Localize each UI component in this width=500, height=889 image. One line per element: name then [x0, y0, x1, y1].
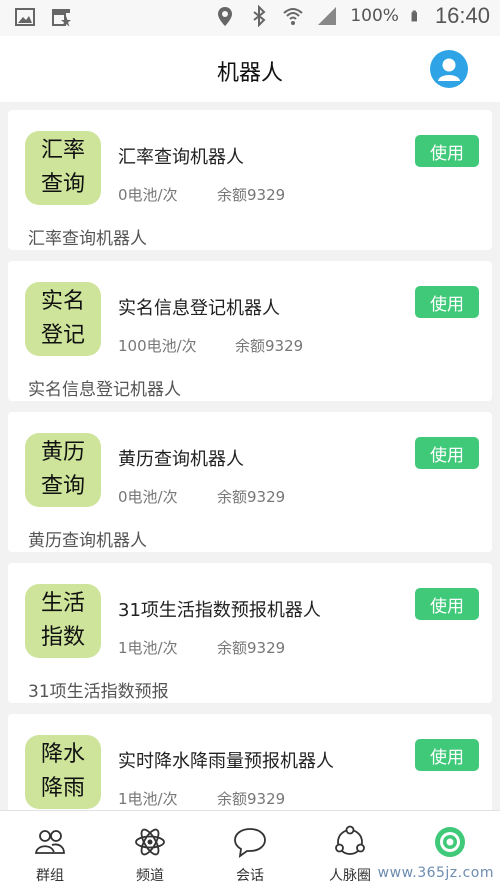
tab-label: 会话 — [236, 868, 264, 884]
battery-percent: 100% — [350, 6, 399, 26]
target-icon — [435, 827, 465, 857]
page-title: 机器人 — [216, 61, 283, 86]
tab-label: 群组 — [36, 868, 64, 884]
robot-balance: 余额9329 — [217, 639, 286, 657]
robot-card[interactable]: 实名 登记 实名信息登记机器人 100电池/次 余额9329 实名信息登记机器人… — [8, 261, 492, 401]
robot-balance: 余额9329 — [217, 790, 286, 808]
robot-card[interactable]: 降水 降雨 实时降水降雨量预报机器人 1电池/次 余额9329 使用 — [8, 714, 492, 810]
badge-line2: 登记 — [40, 323, 85, 348]
robot-cost: 0电池/次 — [118, 186, 178, 204]
robot-badge: 降水 降雨 — [25, 735, 101, 809]
signal-icon — [318, 7, 337, 25]
tab-label: 人脉圈 — [329, 868, 371, 884]
use-button[interactable]: 使用 — [415, 135, 479, 167]
battery-icon — [411, 10, 417, 22]
robot-badge: 汇率 查询 — [25, 131, 101, 205]
badge-line1: 黄历 — [40, 440, 85, 465]
tab-groups[interactable]: 群组 — [0, 811, 100, 889]
robot-cost: 100电池/次 — [118, 337, 197, 355]
location-pin-icon — [218, 7, 233, 26]
robot-name: 31项生活指数预报机器人 — [118, 600, 321, 621]
group-icon — [34, 830, 65, 854]
robot-list: 汇率 查询 汇率查询机器人 0电池/次 余额9329 汇率查询机器人 使用 实名… — [0, 102, 500, 810]
calendar-star-icon — [52, 9, 71, 27]
robot-badge: 黄历 查询 — [25, 433, 101, 507]
robot-description: 黄历查询机器人 — [28, 531, 147, 551]
robot-name: 黄历查询机器人 — [118, 449, 244, 470]
robot-balance: 余额9329 — [235, 337, 304, 355]
badge-line1: 汇率 — [40, 138, 85, 163]
app-header: 机器人 — [0, 36, 500, 102]
robot-cost: 0电池/次 — [118, 488, 178, 506]
status-bar: 100% 16:40 — [0, 0, 500, 36]
robot-name: 汇率查询机器人 — [118, 147, 244, 168]
badge-line2: 查询 — [40, 474, 85, 499]
user-icon — [438, 58, 460, 81]
robot-description: 汇率查询机器人 — [28, 229, 147, 249]
badge-line2: 指数 — [40, 625, 85, 650]
robot-badge: 生活 指数 — [25, 584, 101, 658]
robot-description: 31项生活指数预报 — [28, 682, 169, 702]
wifi-icon — [283, 8, 303, 25]
tab-label: 频道 — [136, 868, 164, 884]
network-icon — [335, 825, 365, 855]
atom-icon — [135, 828, 165, 856]
robot-name: 实时降水降雨量预报机器人 — [118, 751, 334, 772]
robot-card[interactable]: 生活 指数 31项生活指数预报机器人 1电池/次 余额9329 31项生活指数预… — [8, 563, 492, 703]
robot-balance: 余额9329 — [217, 186, 286, 204]
bottom-tab-bar: 群组 频道 会话 人脉圈 www.365jz.com — [0, 810, 500, 889]
tab-conversations[interactable]: 会话 — [200, 811, 300, 889]
badge-line1: 降水 — [40, 742, 85, 767]
robot-cost: 1电池/次 — [118, 639, 178, 657]
robot-card[interactable]: 黄历 查询 黄历查询机器人 0电池/次 余额9329 黄历查询机器人 使用 — [8, 412, 492, 552]
robot-card[interactable]: 汇率 查询 汇率查询机器人 0电池/次 余额9329 汇率查询机器人 使用 — [8, 110, 492, 250]
robot-cost: 1电池/次 — [118, 790, 178, 808]
use-button[interactable]: 使用 — [415, 437, 479, 469]
image-icon — [15, 8, 35, 26]
badge-line1: 实名 — [40, 289, 85, 314]
watermark: www.365jz.com — [377, 865, 494, 881]
use-button[interactable]: 使用 — [415, 588, 479, 620]
robot-description: 实名信息登记机器人 — [28, 380, 181, 400]
robot-name: 实名信息登记机器人 — [118, 298, 280, 319]
clock: 16:40 — [434, 3, 490, 28]
use-button[interactable]: 使用 — [415, 286, 479, 318]
badge-line1: 生活 — [40, 591, 85, 616]
profile-avatar-button[interactable] — [430, 50, 468, 88]
bluetooth-icon — [253, 5, 266, 27]
badge-line2: 查询 — [40, 172, 85, 197]
tab-channels[interactable]: 频道 — [100, 811, 200, 889]
badge-line2: 降雨 — [40, 776, 85, 801]
robot-badge: 实名 登记 — [25, 282, 101, 356]
robot-balance: 余额9329 — [217, 488, 286, 506]
use-button[interactable]: 使用 — [415, 739, 479, 771]
chat-bubble-icon — [234, 828, 266, 858]
